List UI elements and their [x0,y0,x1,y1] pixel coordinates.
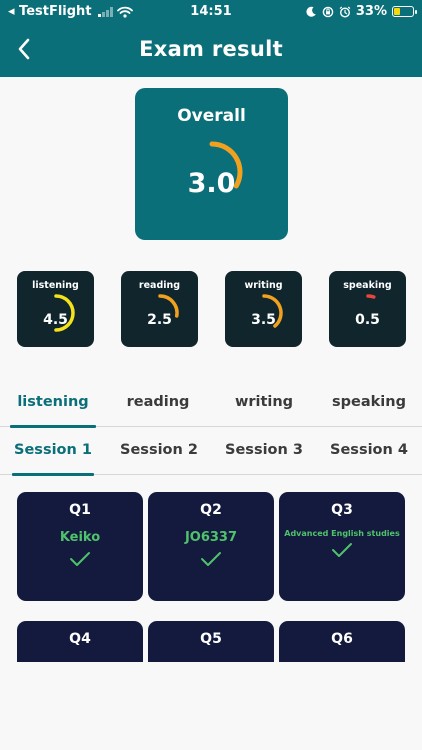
question-card-q2[interactable]: Q2 JO6337 [148,492,274,601]
tab-label: speaking [332,394,406,410]
tab-session-4[interactable]: Session 4 [326,427,412,475]
tab-reading[interactable]: reading [114,379,202,427]
battery-icon [392,6,417,17]
question-card-q1[interactable]: Q1 Keiko [17,492,143,601]
checkmark-icon [70,552,90,566]
tab-session-1[interactable]: Session 1 [12,427,94,476]
tab-label: writing [234,394,294,410]
checkmark-icon [201,552,221,566]
skill-card-writing: writing 3.5 [225,271,302,347]
skill-score: 4.5 [43,312,68,328]
question-answer: Keiko [59,530,101,545]
skill-card-speaking: speaking 0.5 [329,271,406,347]
page-title: Exam result [139,37,283,61]
status-right: 33% [305,4,417,19]
skill-label: listening [32,280,79,291]
tab-writing[interactable]: writing [220,379,308,427]
skill-card-reading: reading 2.5 [121,271,198,347]
overall-score-card: Overall 3.0 [135,88,288,240]
tab-session-3[interactable]: Session 3 [221,427,307,475]
question-card-q3[interactable]: Q3 Advanced English studies [279,492,405,601]
tab-indicator [12,473,94,476]
question-answer: Advanced English studies [284,529,400,538]
battery-percent: 33% [355,4,387,19]
scroll-clip-area [0,662,422,750]
question-number: Q3 [331,502,353,518]
alarm-icon [339,6,351,18]
overall-score: 3.0 [187,168,236,199]
overall-label: Overall [177,106,246,126]
tab-session-2[interactable]: Session 2 [116,427,202,475]
tab-label: Session 3 [225,442,303,458]
question-number: Q5 [200,631,222,647]
skill-tab-bar: listening reading writing speaking [0,379,422,428]
tab-label: listening [17,394,89,410]
tab-label: Session 1 [14,442,92,458]
tab-label: Session 4 [330,442,408,458]
question-number: Q1 [69,502,91,518]
skill-label: writing [244,280,283,291]
session-tab-bar: Session 1 Session 2 Session 3 Session 4 [0,427,422,476]
tab-label: reading [126,394,190,410]
tab-label: Session 2 [120,442,198,458]
checkmark-icon [332,543,352,557]
question-answer: JO6337 [184,530,238,545]
skill-card-listening: listening 4.5 [17,271,94,347]
rotation-lock-icon [322,6,334,17]
tab-listening[interactable]: listening [10,379,96,428]
skill-score: 3.5 [251,312,276,328]
moon-icon [306,6,316,17]
question-number: Q6 [331,631,353,647]
skill-gauge-arc [366,294,376,299]
skill-label: speaking [343,280,392,291]
tab-speaking[interactable]: speaking [326,379,412,427]
skill-label: reading [138,280,181,291]
nav-bar: Exam result [0,24,422,77]
question-number: Q4 [69,631,91,647]
skill-score: 2.5 [147,312,172,328]
skill-score: 0.5 [355,312,380,328]
status-bar: ◂ TestFlight 14:51 33% [0,0,422,24]
question-number: Q2 [200,502,222,518]
